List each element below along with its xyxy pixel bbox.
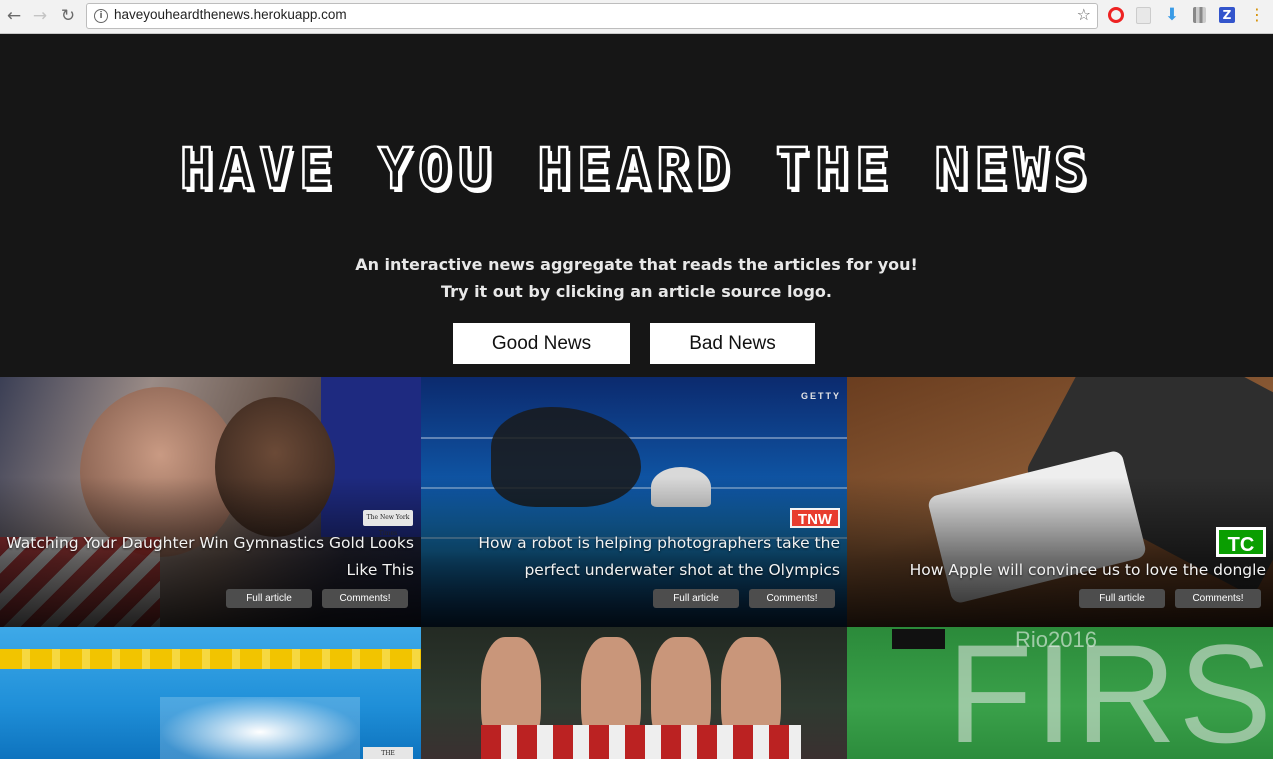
article-headline[interactable]: How a robot is helping photographers tak… bbox=[426, 530, 840, 584]
comments-button[interactable]: Comments! bbox=[322, 589, 408, 608]
comments-button[interactable]: Comments! bbox=[1175, 589, 1261, 608]
photo-credit: GETTY bbox=[800, 391, 841, 401]
article-headline[interactable]: How Apple will convince us to love the d… bbox=[852, 557, 1266, 584]
article-headline[interactable]: Watching Your Daughter Win Gymnastics Go… bbox=[5, 530, 414, 584]
site-title: HAVE YOU HEARD THE NEWS bbox=[179, 136, 1094, 204]
tagline-line-2: Try it out by clicking an article source… bbox=[441, 282, 832, 301]
full-article-button[interactable]: Full article bbox=[1079, 589, 1165, 608]
good-news-button[interactable]: Good News bbox=[453, 323, 630, 364]
pool-lane bbox=[421, 437, 847, 439]
photo-lane-rope bbox=[0, 649, 421, 669]
overlay-text: FIRST bbox=[947, 627, 1273, 759]
article-card[interactable]: Rio2016 FIRST bbox=[847, 627, 1273, 759]
full-article-button[interactable]: Full article bbox=[653, 589, 739, 608]
photo-flag bbox=[481, 725, 801, 759]
hero-section: HAVE YOU HEARD THE NEWS An interactive n… bbox=[0, 34, 1273, 377]
z-extension-icon[interactable]: Z bbox=[1219, 7, 1235, 23]
article-card[interactable] bbox=[421, 627, 847, 759]
nyt-logo[interactable]: The New York Times bbox=[363, 510, 413, 537]
comments-button[interactable]: Comments! bbox=[749, 589, 835, 608]
bars-extension-icon[interactable] bbox=[1193, 7, 1206, 23]
back-icon[interactable]: ← bbox=[4, 6, 24, 26]
browser-menu-icon[interactable]: ⋮ bbox=[1249, 6, 1265, 24]
article-card[interactable]: THE bbox=[0, 627, 421, 759]
tnw-logo[interactable]: TNW bbox=[790, 508, 840, 528]
article-card[interactable]: The New York Times Watching Your Daughte… bbox=[0, 377, 421, 627]
techcrunch-logo[interactable]: TC bbox=[1216, 527, 1266, 557]
opera-extension-icon[interactable] bbox=[1108, 7, 1124, 23]
tagline-line-1: An interactive news aggregate that reads… bbox=[355, 255, 918, 274]
bookmark-star-icon[interactable]: ☆ bbox=[1077, 5, 1091, 24]
forward-icon[interactable]: → bbox=[30, 6, 50, 26]
browser-toolbar: ← → ↻ i haveyouheardthenews.herokuapp.co… bbox=[0, 0, 1273, 34]
article-card[interactable]: GETTY TNW How a robot is helping photogr… bbox=[421, 377, 847, 627]
bad-news-button[interactable]: Bad News bbox=[650, 323, 815, 364]
address-bar[interactable]: i haveyouheardthenews.herokuapp.com ☆ bbox=[86, 3, 1098, 29]
reload-icon[interactable]: ↻ bbox=[58, 6, 78, 26]
source-logo[interactable]: THE bbox=[363, 747, 413, 759]
download-extension-icon[interactable]: ⬇ bbox=[1164, 7, 1180, 24]
photo-splash bbox=[160, 697, 360, 759]
article-card[interactable]: TC How Apple will convince us to love th… bbox=[847, 377, 1273, 627]
page-extension-icon[interactable] bbox=[1136, 7, 1151, 24]
url-text[interactable]: haveyouheardthenews.herokuapp.com bbox=[114, 7, 347, 22]
info-icon[interactable]: i bbox=[94, 9, 108, 23]
full-article-button[interactable]: Full article bbox=[226, 589, 312, 608]
photo-scoreboard bbox=[892, 629, 945, 649]
